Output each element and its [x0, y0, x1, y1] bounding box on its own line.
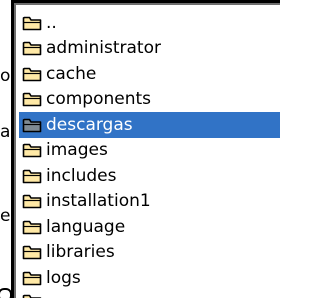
folder-icon	[22, 16, 42, 31]
folder-name: installation1	[46, 191, 151, 212]
folder-list-item[interactable]: includes	[19, 163, 280, 189]
folder-name: logs	[46, 267, 81, 288]
folder-name: images	[46, 140, 108, 161]
folder-name: cache	[46, 63, 97, 84]
folder-listbox[interactable]: .. administrator cache components descargas i…	[11, 0, 280, 298]
folder-name: descargas	[46, 114, 133, 135]
folder-list: .. administrator cache components descargas i…	[19, 10, 280, 298]
folder-icon	[22, 271, 42, 286]
folder-list-item[interactable]: ..	[19, 10, 280, 36]
folder-name: administrator	[46, 38, 161, 59]
folder-icon	[22, 169, 42, 184]
folder-list-item[interactable]: language	[19, 214, 280, 240]
folder-list-item[interactable]: descargas	[19, 112, 280, 138]
folder-name: libraries	[46, 242, 115, 263]
background-text-fragment: a	[0, 122, 10, 142]
folder-name: ..	[46, 12, 57, 33]
folder-list-item[interactable]: images	[19, 138, 280, 164]
folder-icon	[22, 41, 42, 56]
background-text-fragment: o	[0, 66, 10, 86]
folder-icon	[22, 92, 42, 107]
folder-name: components	[46, 89, 152, 110]
folder-icon	[22, 143, 42, 158]
folder-name: language	[46, 216, 126, 237]
folder-list-item[interactable]: logs	[19, 265, 280, 291]
folder-icon	[22, 194, 42, 209]
folder-list-item[interactable]: components	[19, 87, 280, 113]
folder-list-item[interactable]: libraries	[19, 240, 280, 266]
folder-icon	[22, 294, 42, 298]
folder-list-item[interactable]	[19, 291, 280, 298]
folder-icon	[22, 245, 42, 260]
folder-icon	[22, 220, 42, 235]
folder-icon	[22, 118, 42, 133]
folder-list-item[interactable]: administrator	[19, 36, 280, 62]
folder-list-item[interactable]: cache	[19, 61, 280, 87]
folder-list-item[interactable]: installation1	[19, 189, 280, 215]
folder-icon	[22, 67, 42, 82]
folder-name: includes	[46, 165, 117, 186]
background-text-fragment: e	[0, 206, 10, 226]
